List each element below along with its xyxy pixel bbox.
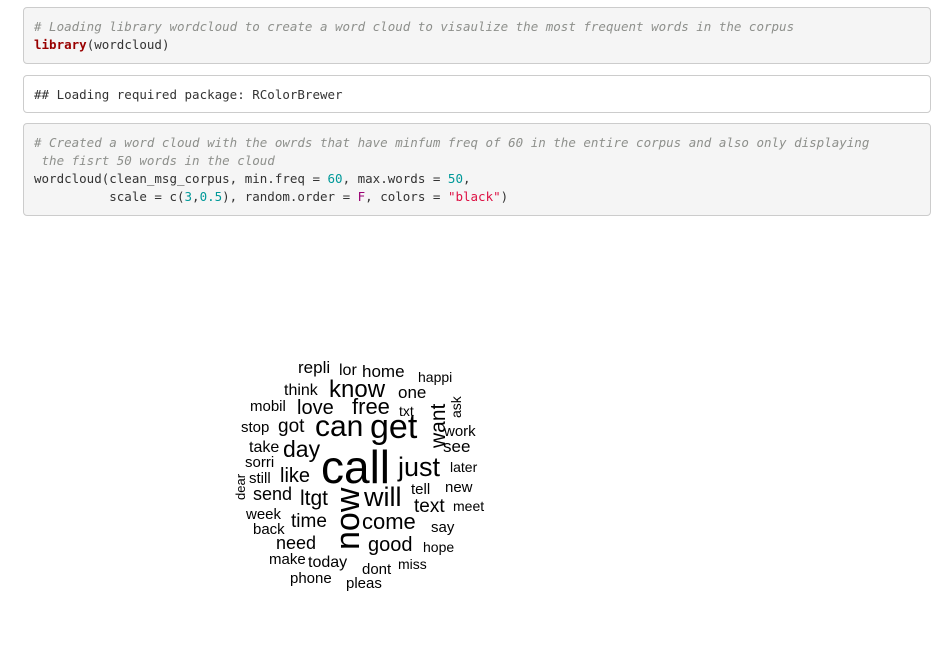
wordcloud-word-later: later bbox=[450, 459, 478, 475]
wordcloud-word-ask: ask bbox=[448, 395, 464, 418]
wordcloud-word-free: free bbox=[352, 394, 390, 419]
code-keyword-library: library bbox=[34, 37, 87, 52]
wordcloud-word-got: got bbox=[278, 416, 305, 437]
wordcloud-word-lor: lor bbox=[339, 362, 357, 379]
wordcloud-word-meet: meet bbox=[453, 498, 484, 514]
code-comment: # Loading library wordcloud to create a … bbox=[34, 19, 795, 34]
output-chunk-message: ## Loading required package: RColorBrewe… bbox=[23, 75, 931, 113]
wordcloud-word-good: good bbox=[368, 534, 413, 556]
code-argument: (wordcloud) bbox=[86, 37, 170, 52]
wordcloud-word-say: say bbox=[431, 519, 455, 536]
wordcloud-word-day: day bbox=[283, 436, 321, 462]
wordcloud-word-today: today bbox=[308, 554, 347, 571]
wordcloud-word-back: back bbox=[253, 521, 285, 538]
wordcloud-word-just: just bbox=[397, 452, 441, 482]
code-chunk-wordcloud: # Created a word cloud with the owrds th… bbox=[23, 123, 931, 216]
wordcloud-word-dont: dont bbox=[362, 561, 392, 578]
wordcloud-word-send: send bbox=[253, 484, 292, 504]
code-line-3: wordcloud(clean_msg_corpus, min.freq = 6… bbox=[34, 171, 471, 186]
wordcloud-word-dear: dear bbox=[233, 473, 248, 500]
wordcloud-word-txt: txt bbox=[399, 403, 414, 419]
wordcloud-word-tell: tell bbox=[411, 481, 430, 498]
output-text: ## Loading required package: RColorBrewe… bbox=[34, 87, 343, 102]
wordcloud-word-work: work bbox=[443, 423, 476, 440]
code-line-4: scale = c(3,0.5), random.order = F, colo… bbox=[34, 189, 509, 204]
wordcloud-word-text: text bbox=[414, 496, 445, 517]
wordcloud-word-will: will bbox=[363, 482, 402, 512]
wordcloud-word-stop: stop bbox=[241, 419, 269, 436]
wordcloud-word-make: make bbox=[269, 551, 306, 568]
wordcloud-word-come: come bbox=[362, 509, 416, 534]
wordcloud-word-time: time bbox=[291, 511, 327, 532]
code-comment-line2: the fisrt 50 words in the cloud bbox=[34, 153, 275, 168]
wordcloud-word-hope: hope bbox=[423, 539, 454, 555]
wordcloud-word-miss: miss bbox=[398, 556, 427, 572]
wordcloud-word-repli: repli bbox=[298, 358, 330, 377]
word-cloud-plot: callnowgetcanjustwillknowfreedaycomeltgt… bbox=[233, 358, 484, 592]
code-comment-line1: # Created a word cloud with the owrds th… bbox=[34, 135, 870, 150]
wordcloud-word-mobil: mobil bbox=[250, 398, 286, 415]
wordcloud-word-home: home bbox=[362, 362, 405, 381]
code-chunk-library: # Loading library wordcloud to create a … bbox=[23, 7, 931, 64]
wordcloud-word-still: still bbox=[249, 470, 271, 487]
wordcloud-word-new: new bbox=[445, 479, 473, 496]
wordcloud-word-think: think bbox=[284, 382, 319, 399]
wordcloud-word-one: one bbox=[398, 383, 426, 402]
wordcloud-word-phone: phone bbox=[290, 570, 332, 587]
wordcloud-word-happi: happi bbox=[418, 369, 452, 385]
wordcloud-word-sorri: sorri bbox=[245, 454, 274, 471]
wordcloud-word-ltgt: ltgt bbox=[300, 487, 328, 510]
